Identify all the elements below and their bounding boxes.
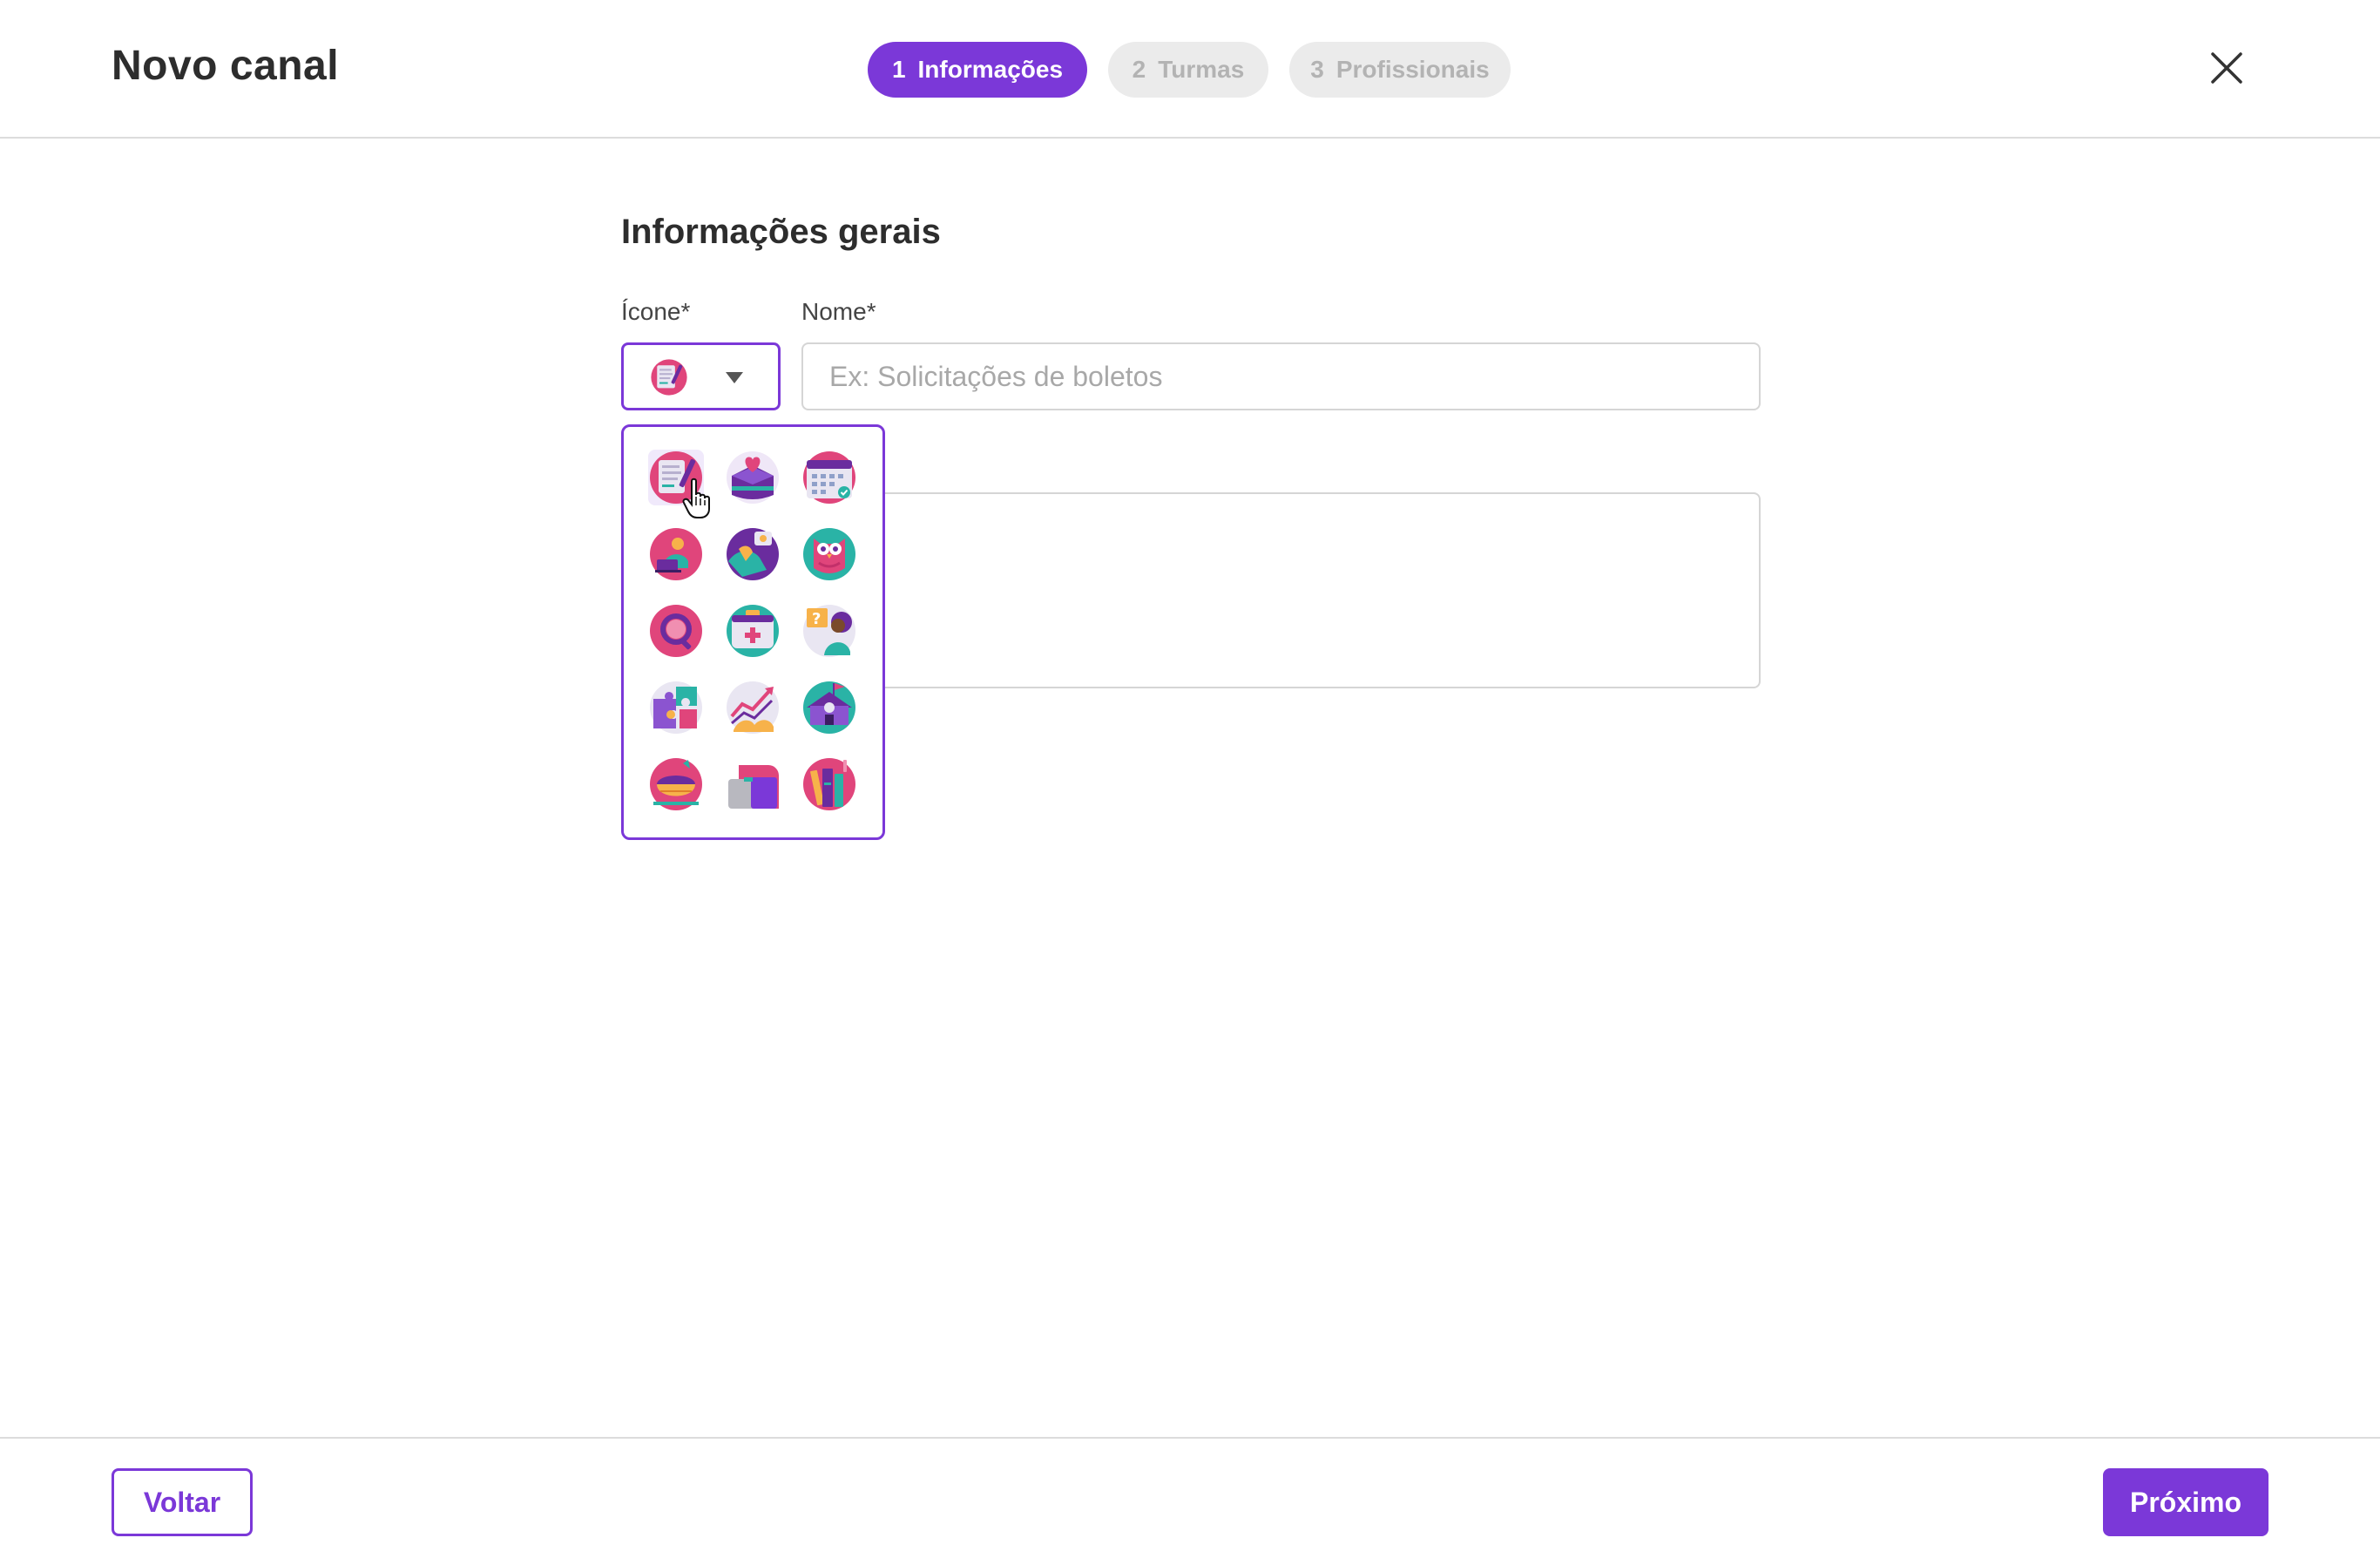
- close-icon: [2211, 52, 2242, 84]
- icon-option[interactable]: [801, 526, 857, 582]
- step-label: Informações: [917, 56, 1064, 83]
- step-label: Turmas: [1158, 56, 1245, 83]
- page-title: Novo canal: [112, 43, 340, 89]
- icon-option[interactable]: [648, 450, 704, 505]
- magnifier-icon: [650, 605, 702, 657]
- growth-chart-icon: [727, 681, 779, 734]
- next-button[interactable]: Próximo: [2103, 1468, 2268, 1536]
- stepper: 1 Informações 2 Turmas 3 Profissionais: [868, 42, 1511, 98]
- icon-option[interactable]: [801, 680, 857, 735]
- modal-footer: [0, 1437, 2380, 1565]
- icon-option[interactable]: [725, 756, 781, 812]
- close-button[interactable]: [2208, 49, 2246, 87]
- icon-option[interactable]: [648, 756, 704, 812]
- back-button[interactable]: Voltar: [112, 1468, 253, 1536]
- icon-option[interactable]: ?: [801, 603, 857, 659]
- step-number: 3: [1310, 56, 1324, 83]
- document-pen-icon: [650, 451, 702, 504]
- step-number: 1: [891, 56, 906, 83]
- icon-option[interactable]: [648, 680, 704, 735]
- puzzle-icon: [650, 681, 702, 734]
- icon-option[interactable]: [725, 450, 781, 505]
- icon-option[interactable]: [725, 680, 781, 735]
- medical-kit-icon: [727, 605, 779, 657]
- step-profissionais[interactable]: 3 Profissionais: [1289, 42, 1511, 98]
- food-bowl-icon: [650, 758, 702, 810]
- icon-field-label: Ícone*: [621, 298, 691, 325]
- icon-option[interactable]: [801, 450, 857, 505]
- icon-picker-dropdown: ?: [621, 424, 885, 840]
- wallet-icon: [728, 765, 779, 809]
- owl-icon: [803, 528, 855, 580]
- icon-select[interactable]: [621, 342, 781, 410]
- icon-option[interactable]: [801, 756, 857, 812]
- step-label: Profissionais: [1335, 56, 1490, 83]
- calendar-check-icon: [803, 451, 855, 504]
- section-title: Informações gerais: [621, 213, 941, 251]
- icon-option[interactable]: [725, 603, 781, 659]
- icon-grid: ?: [648, 450, 857, 812]
- name-input[interactable]: [801, 342, 1761, 410]
- step-number: 2: [1132, 56, 1146, 83]
- step-informacoes[interactable]: 1 Informações: [868, 42, 1087, 98]
- chevron-down-icon: [726, 372, 743, 383]
- description-textarea[interactable]: [801, 492, 1761, 688]
- document-pen-icon: [651, 359, 687, 396]
- icon-option[interactable]: [725, 526, 781, 582]
- icon-option[interactable]: [648, 603, 704, 659]
- modal-header: Novo canal 1 Informações 2 Turmas 3 Prof…: [0, 0, 2380, 139]
- student-laptop-icon: [650, 528, 702, 580]
- name-field-label: Nome*: [801, 298, 876, 325]
- hands-chat-icon: [727, 528, 779, 580]
- question-person-icon: ?: [803, 605, 855, 657]
- svg-text:?: ?: [812, 610, 821, 628]
- icon-option[interactable]: [648, 526, 704, 582]
- heart-box-icon: [727, 451, 779, 504]
- step-turmas[interactable]: 2 Turmas: [1108, 42, 1268, 98]
- school-building-icon: [803, 681, 855, 734]
- books-icon: [803, 758, 855, 810]
